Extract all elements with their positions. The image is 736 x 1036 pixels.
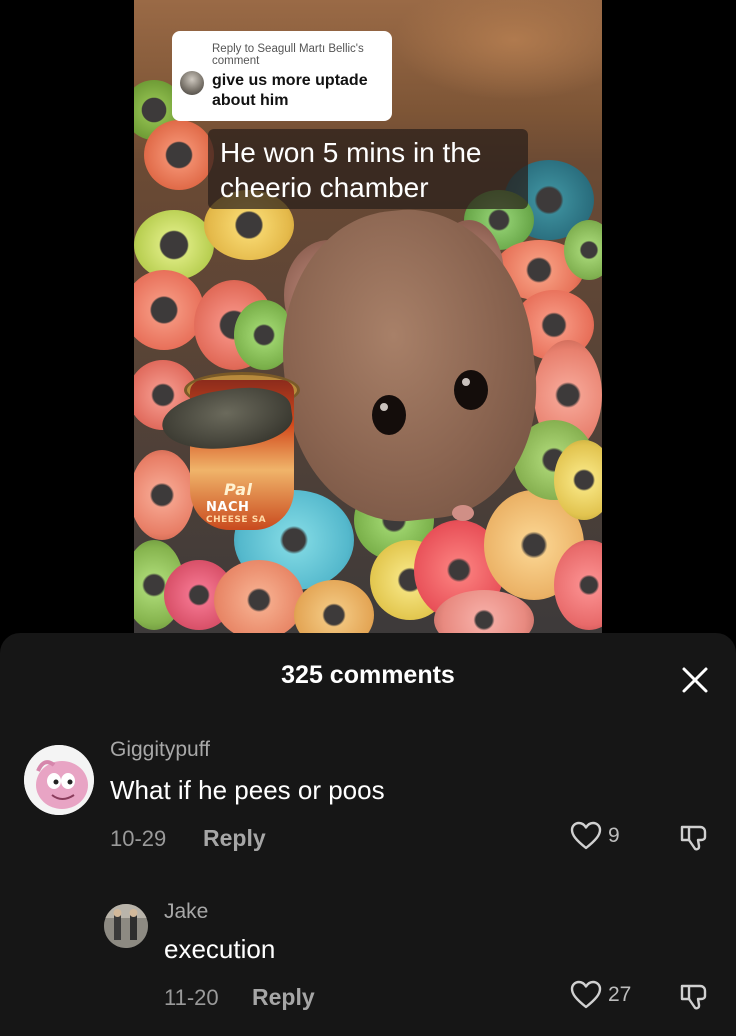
- cereal-loop: [214, 560, 304, 634]
- cereal-loop: [134, 210, 214, 280]
- reply-header: Reply to Seagull Martı Bellic's comment: [212, 43, 364, 67]
- like-count: 27: [608, 983, 632, 1006]
- mouse-eye: [372, 395, 406, 435]
- close-button[interactable]: [678, 663, 712, 697]
- dislike-icon: [680, 984, 707, 1010]
- comments-count-title: 325 comments: [281, 661, 455, 689]
- like-button[interactable]: 9: [570, 821, 620, 851]
- cereal-loop: [134, 270, 204, 350]
- avatar-image: [104, 904, 148, 948]
- comment-date: 10-29: [110, 826, 167, 851]
- like-count: 9: [608, 824, 620, 847]
- comment-username[interactable]: Jake: [164, 900, 208, 924]
- like-button[interactable]: 27: [570, 980, 631, 1010]
- reply-button[interactable]: Reply: [203, 825, 266, 852]
- mouse-eye: [454, 370, 488, 410]
- reply-button[interactable]: Reply: [252, 984, 315, 1011]
- comment-text: execution: [164, 934, 276, 964]
- mouse-nose: [452, 505, 474, 521]
- close-icon: [682, 667, 708, 693]
- cup-label: Pal NACH CHEESE SA: [206, 480, 267, 526]
- comments-sheet: 325 comments Giggitypuff What if he pees…: [0, 633, 736, 1036]
- reply-sticker[interactable]: Reply to Seagull Martı Bellic's comment …: [172, 31, 392, 121]
- comment-date: 11-20: [164, 985, 219, 1010]
- avatar-image: [24, 745, 94, 815]
- comment-text: What if he pees or poos: [110, 775, 385, 805]
- video-caption: He won 5 mins in the cheerio chamber: [208, 129, 528, 209]
- dislike-icon: [680, 825, 707, 851]
- avatar[interactable]: [104, 904, 148, 948]
- heart-icon: [570, 821, 602, 850]
- dislike-button[interactable]: [678, 980, 710, 1017]
- dislike-button[interactable]: [678, 821, 710, 858]
- reply-text: give us more uptade about him: [212, 72, 368, 109]
- cereal-loop: [144, 120, 214, 190]
- heart-icon: [570, 980, 602, 1009]
- reply-avatar: [180, 71, 204, 95]
- comment-username[interactable]: Giggitypuff: [110, 738, 210, 762]
- avatar[interactable]: [24, 745, 94, 815]
- cereal-loop: [134, 450, 194, 540]
